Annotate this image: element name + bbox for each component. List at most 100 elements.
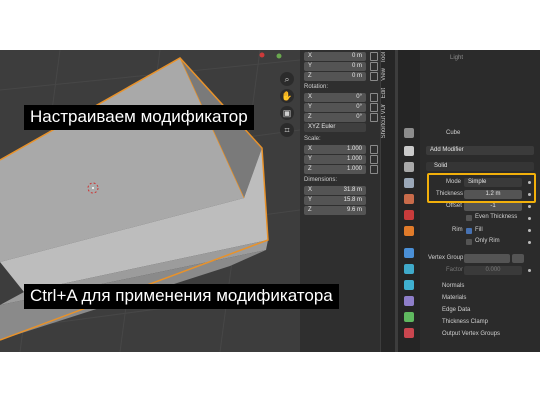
tab-edit[interactable]: Edit <box>381 88 395 98</box>
output-icon[interactable] <box>404 162 414 172</box>
section-normals[interactable]: Normals <box>442 283 464 289</box>
modifier-header[interactable]: Solid <box>426 162 534 171</box>
rim-label: Rim <box>452 227 463 233</box>
axis-label: Y <box>308 156 313 162</box>
decorator-dot[interactable] <box>528 229 531 232</box>
object-icon[interactable] <box>404 226 414 236</box>
axis-label: X <box>308 53 313 59</box>
decorator-dot[interactable] <box>528 241 531 244</box>
factor-field[interactable]: 0.000 <box>464 266 522 275</box>
fill-checkbox[interactable] <box>466 228 472 234</box>
axis-label: Z <box>308 207 312 213</box>
caption-bottom: Ctrl+A для применения модификатора <box>24 284 339 309</box>
lock-icon[interactable] <box>370 165 378 174</box>
scale-label: Scale: <box>304 136 321 142</box>
properties-tab-column <box>398 50 420 352</box>
section-output-vertex-groups[interactable]: Output Vertex Groups <box>442 331 500 337</box>
lock-icon[interactable] <box>370 113 378 122</box>
axis-label: Z <box>308 73 312 79</box>
lock-icon[interactable] <box>370 62 378 71</box>
rotation-y-field[interactable]: Y 0° <box>304 103 366 112</box>
axis-label: Z <box>308 114 312 120</box>
tab-tool[interactable]: Tool <box>381 52 395 63</box>
decorator-dot[interactable] <box>528 205 531 208</box>
even-thickness-checkbox[interactable] <box>466 215 472 221</box>
render-icon[interactable] <box>404 146 414 156</box>
field-value: 0 m <box>351 73 362 79</box>
even-thickness-label: Even Thickness <box>475 214 518 220</box>
rotation-label: Rotation: <box>304 84 329 90</box>
decorator-dot[interactable] <box>528 269 531 272</box>
dimensions-label: Dimensions: <box>304 177 338 183</box>
highlight-frame <box>427 173 536 203</box>
dimensions-y-field[interactable]: Y 15.8 m <box>304 196 366 205</box>
factor-label: Factor <box>446 267 464 273</box>
scale-x-field[interactable]: X 1.000 <box>304 145 366 154</box>
field-value: 31.8 m <box>343 187 362 193</box>
lock-icon[interactable] <box>370 52 378 61</box>
location-z-field[interactable]: Z 0 m <box>304 72 366 81</box>
rotation-z-field[interactable]: Z 0° <box>304 113 366 122</box>
material-icon[interactable] <box>404 328 414 338</box>
section-edge-data[interactable]: Edge Data <box>442 307 470 313</box>
rotation-mode-value: XYZ Euler <box>308 124 336 130</box>
sidebar-tabs: Tool View Edit Shortcut VUr <box>381 50 395 352</box>
field-value: 0 m <box>351 53 362 59</box>
object-name: Cube <box>446 130 461 136</box>
caption-top: Настраиваем модификатор <box>24 105 254 130</box>
physics-icon[interactable] <box>404 280 414 290</box>
modifier-wrench-icon[interactable] <box>404 248 414 258</box>
field-value: 0° <box>356 104 362 110</box>
lock-icon[interactable] <box>370 93 378 102</box>
tab-view[interactable]: View <box>381 68 395 81</box>
scene-icon[interactable] <box>404 194 414 204</box>
view-layer-icon[interactable] <box>404 178 414 188</box>
rotation-mode-dropdown[interactable]: XYZ Euler <box>304 123 366 132</box>
tool-settings-icon[interactable] <box>404 128 414 138</box>
rotation-x-field[interactable]: X 0° <box>304 93 366 102</box>
dimensions-z-field[interactable]: Z 9.6 m <box>304 206 366 215</box>
field-value: 15.8 m <box>343 197 362 203</box>
zoom-icon[interactable]: ⌕ <box>280 72 294 86</box>
axis-label: Y <box>308 63 313 69</box>
grid-icon[interactable]: ⌗ <box>280 123 294 137</box>
scale-y-field[interactable]: Y 1.000 <box>304 155 366 164</box>
field-value: 1.000 <box>346 146 362 152</box>
constraints-icon[interactable] <box>404 296 414 306</box>
factor-value: 0.000 <box>485 267 501 273</box>
invert-vertex-group-button[interactable] <box>512 254 524 263</box>
only-rim-checkbox[interactable] <box>466 239 472 245</box>
lock-icon[interactable] <box>370 155 378 164</box>
decorator-dot[interactable] <box>528 217 531 220</box>
axis-label: Y <box>308 104 313 110</box>
section-thickness-clamp[interactable]: Thickness Clamp <box>442 319 488 325</box>
lock-icon[interactable] <box>370 145 378 154</box>
section-materials[interactable]: Materials <box>442 295 466 301</box>
modifier-name: Solid <box>434 163 448 169</box>
vertex-group-label: Vertex Group <box>428 255 464 261</box>
axis-label: X <box>308 187 313 193</box>
tab-shortcut-vur[interactable]: Shortcut VUr <box>381 104 395 138</box>
camera-icon[interactable]: ▣ <box>280 106 294 120</box>
location-x-field[interactable]: X 0 m <box>304 52 366 61</box>
pan-hand-icon[interactable]: ✋ <box>280 89 294 103</box>
axis-label: Z <box>308 166 312 172</box>
particles-icon[interactable] <box>404 264 414 274</box>
only-rim-label: Only Rim <box>475 238 500 244</box>
lock-icon[interactable] <box>370 72 378 81</box>
field-value: 9.6 m <box>346 207 362 213</box>
fill-label: Fill <box>475 227 483 233</box>
field-value: 0 m <box>351 63 362 69</box>
lock-icon[interactable] <box>370 103 378 112</box>
dimensions-x-field[interactable]: X 31.8 m <box>304 186 366 195</box>
field-value: 0° <box>356 114 362 120</box>
offset-field[interactable]: -1 <box>464 202 522 211</box>
field-value: 0° <box>356 94 362 100</box>
light-item[interactable]: Light <box>450 55 463 61</box>
location-y-field[interactable]: Y 0 m <box>304 62 366 71</box>
world-icon[interactable] <box>404 210 414 220</box>
scale-z-field[interactable]: Z 1.000 <box>304 165 366 174</box>
data-icon[interactable] <box>404 312 414 322</box>
add-modifier-button[interactable]: Add Modifier <box>426 146 534 155</box>
vertex-group-field[interactable] <box>464 254 510 263</box>
